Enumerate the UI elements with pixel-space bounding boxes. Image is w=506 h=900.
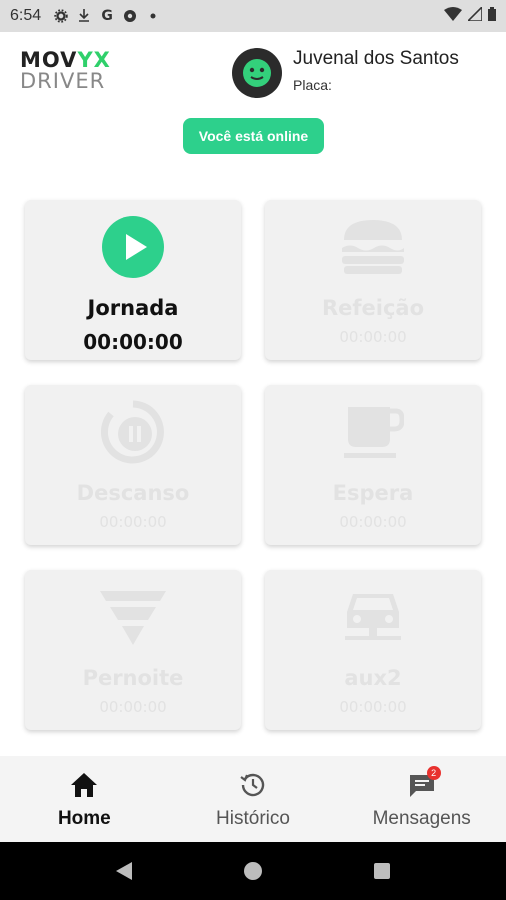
card-time: 00:00:00 — [83, 330, 183, 354]
card-title: Pernoite — [82, 666, 184, 690]
user-name: Juvenal dos Santos — [293, 48, 459, 69]
card-jornada[interactable]: Jornada 00:00:00 — [25, 200, 241, 360]
nav-mensagens[interactable]: 2 Mensagens — [337, 756, 506, 842]
card-title: Espera — [332, 481, 414, 505]
message-icon[interactable]: 2 — [407, 766, 441, 800]
card-time: 00:00:00 — [339, 328, 407, 346]
status-right — [444, 5, 496, 25]
google-icon: G — [101, 8, 113, 24]
card-title: Descanso — [76, 481, 190, 505]
dot-icon — [145, 8, 161, 24]
bottom-nav: Home Histórico 2 Mensagens — [0, 756, 506, 842]
car-icon — [338, 582, 408, 652]
card-time: 00:00:00 — [339, 698, 407, 716]
status-bar: 6:54 G — [0, 0, 506, 32]
status-time: 6:54 — [10, 7, 42, 24]
battery-icon — [488, 7, 496, 25]
system-nav-bar — [0, 842, 506, 900]
download-icon — [76, 8, 92, 24]
card-title: Refeição — [321, 296, 425, 320]
burger-icon — [338, 212, 408, 282]
card-pernoite[interactable]: Pernoite 00:00:00 — [25, 570, 241, 730]
card-title: aux2 — [344, 666, 402, 690]
soccer-icon — [122, 8, 138, 24]
card-time: 00:00:00 — [99, 698, 167, 716]
home-circle-icon[interactable] — [233, 851, 273, 891]
home-icon[interactable] — [69, 770, 99, 800]
card-descanso[interactable]: Descanso 00:00:00 — [25, 385, 241, 545]
card-time: 00:00:00 — [99, 513, 167, 531]
avatar-icon — [243, 59, 271, 87]
recents-icon[interactable] — [362, 851, 402, 891]
funnel-icon — [98, 582, 168, 652]
nav-historico[interactable]: Histórico — [169, 756, 338, 842]
gear-icon — [53, 8, 69, 24]
logo-line1: MOVYX — [20, 48, 111, 72]
nav-historico-label: Histórico — [216, 808, 290, 829]
nav-mensagens-label: Mensagens — [372, 808, 471, 829]
history-icon[interactable] — [238, 770, 268, 800]
signal-icon — [466, 5, 483, 25]
card-espera[interactable]: Espera 00:00:00 — [265, 385, 481, 545]
message-count-badge: 2 — [426, 766, 441, 780]
coffee-cup-icon — [338, 397, 408, 467]
card-aux2[interactable]: aux2 00:00:00 — [265, 570, 481, 730]
card-time: 00:00:00 — [339, 513, 407, 531]
card-refeicao[interactable]: Refeição 00:00:00 — [265, 200, 481, 360]
card-title: Jornada — [87, 296, 179, 320]
online-status-badge[interactable]: Você está online — [183, 118, 324, 154]
back-icon[interactable] — [104, 851, 144, 891]
plate-label: Placa: — [293, 77, 332, 93]
play-icon[interactable] — [98, 212, 168, 282]
nav-home[interactable]: Home — [0, 756, 169, 842]
pause-circle-icon — [98, 397, 168, 467]
avatar[interactable] — [232, 48, 282, 98]
nav-home-label: Home — [57, 808, 111, 829]
wifi-icon — [444, 7, 462, 25]
logo-line2: DRIVER — [20, 69, 106, 93]
app-logo: MOVYX DRIVER — [20, 48, 120, 93]
